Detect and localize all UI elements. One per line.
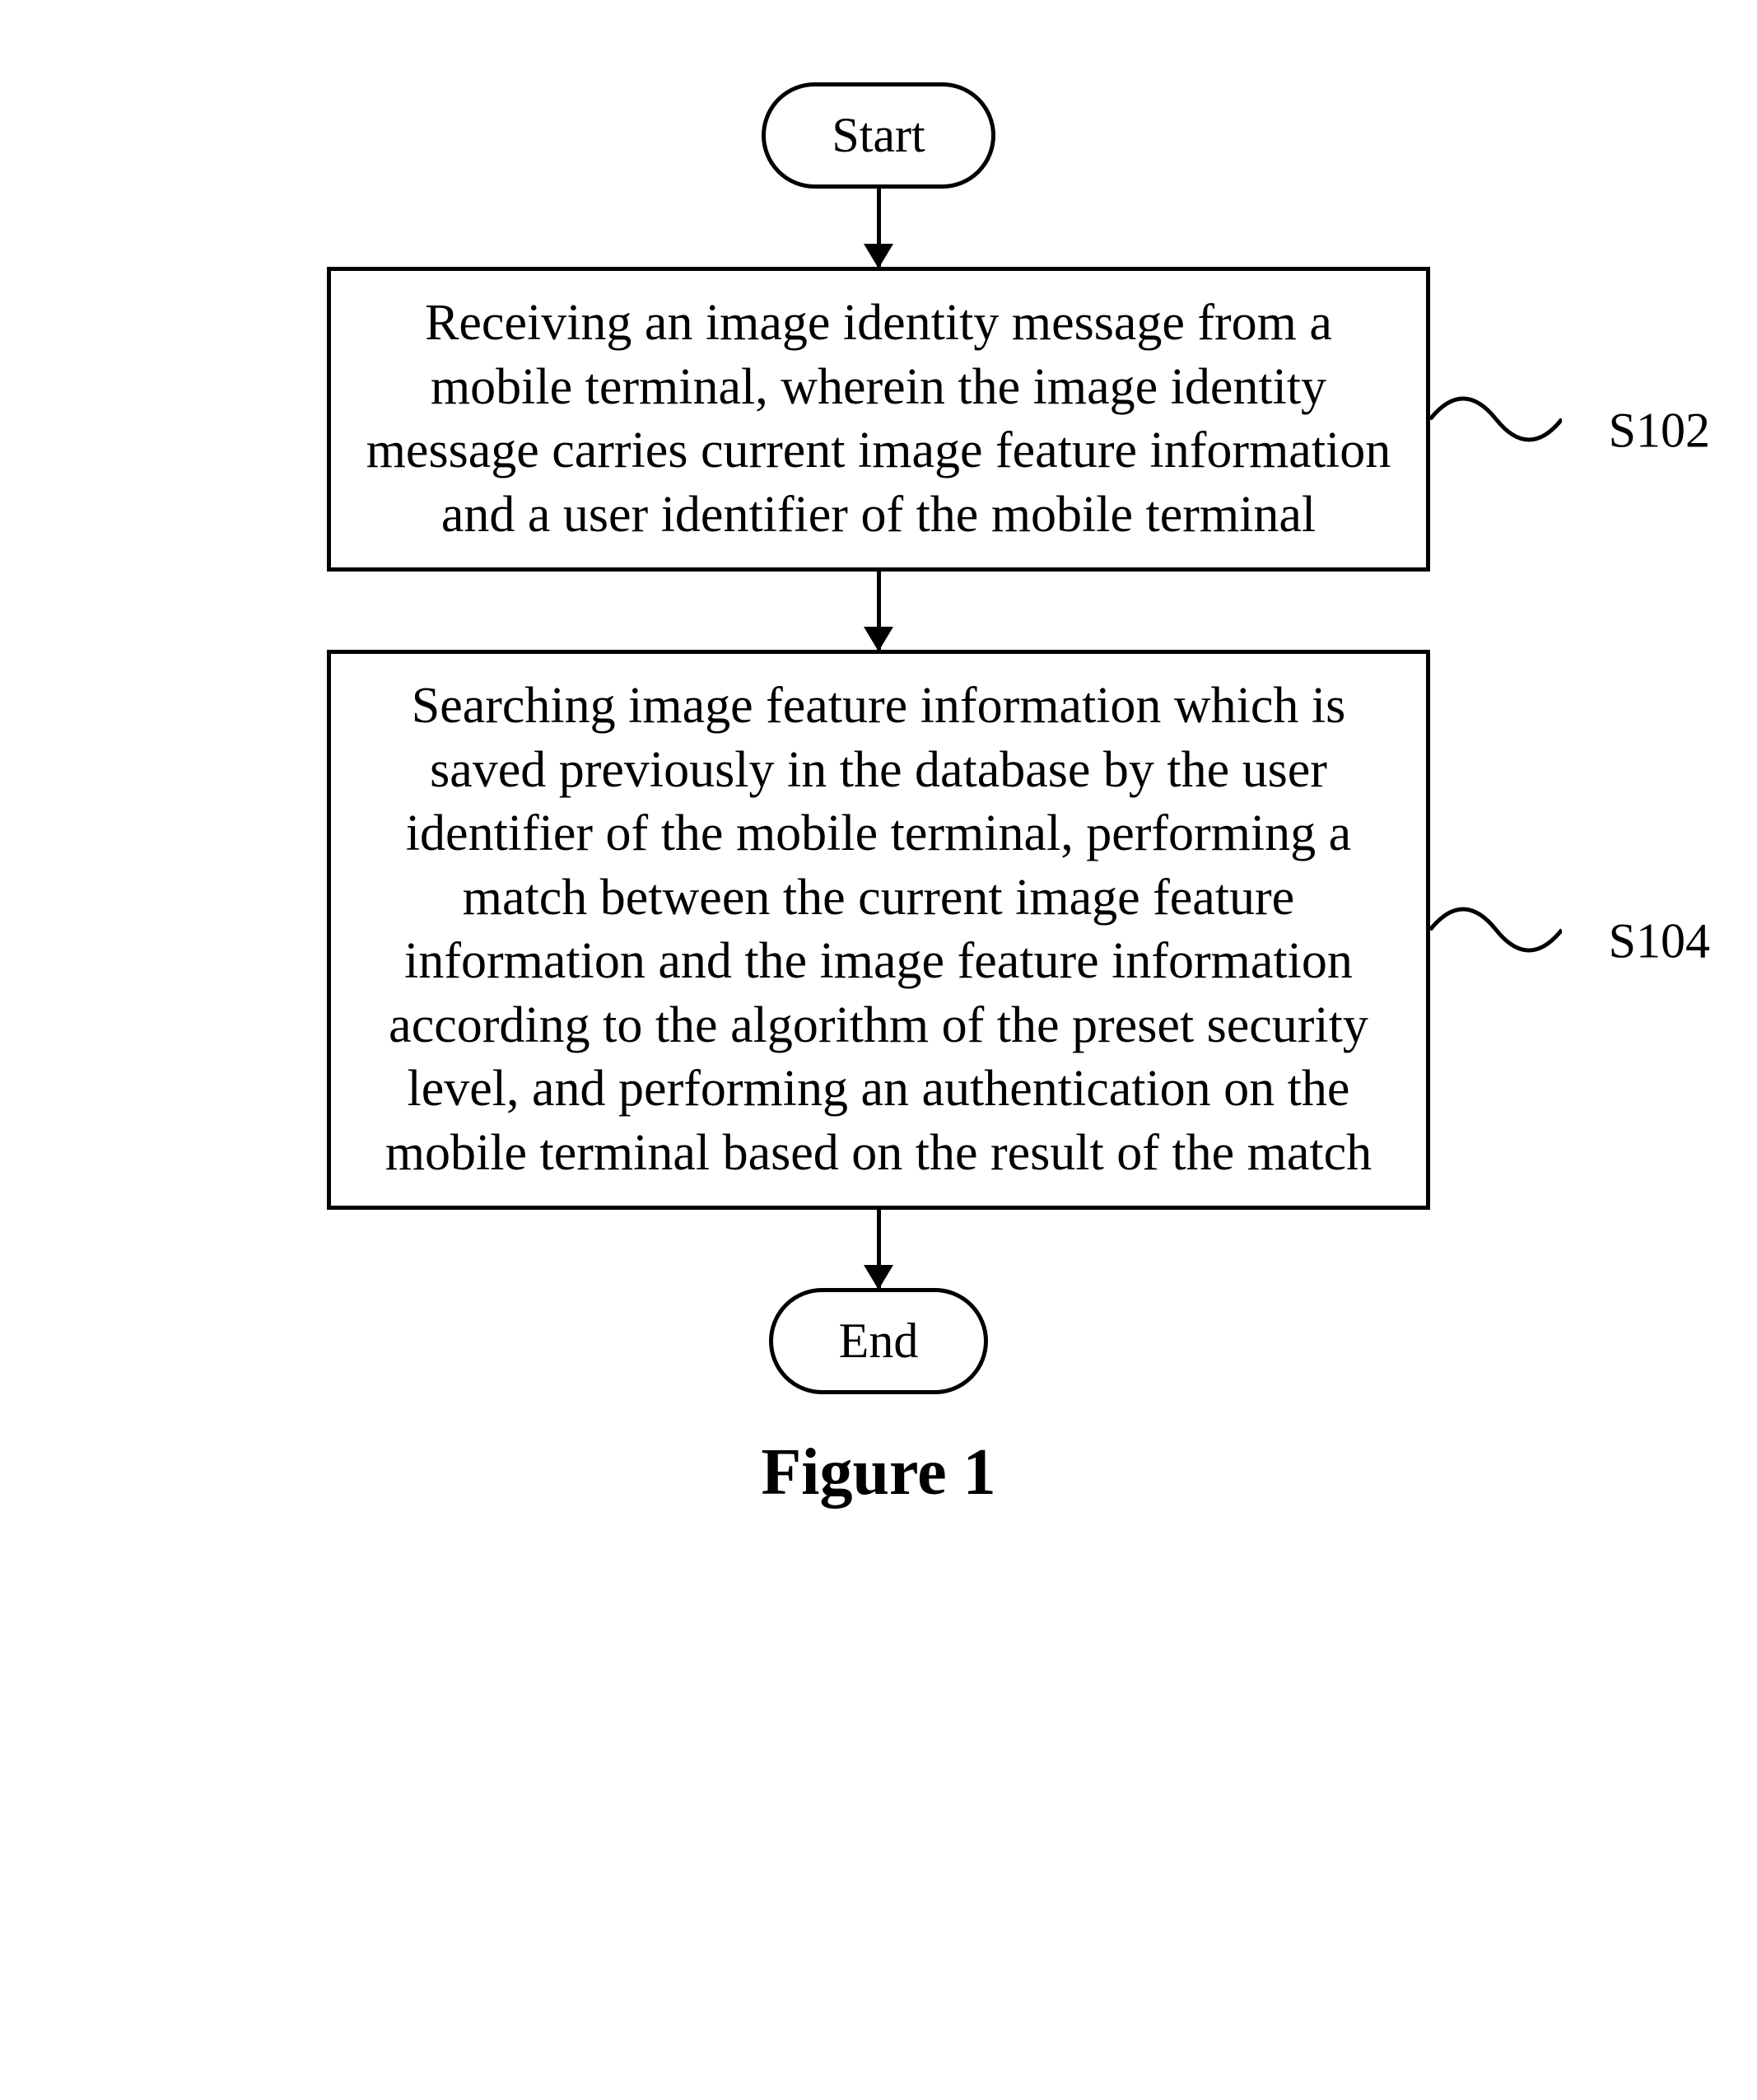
step2-connector-curve bbox=[1430, 880, 1562, 979]
end-label: End bbox=[839, 1314, 919, 1368]
step2-row: Searching image feature information whic… bbox=[327, 650, 1430, 1210]
end-node: End bbox=[769, 1288, 989, 1394]
step1-row: Receiving an image identity message from… bbox=[327, 267, 1430, 572]
step2-text: Searching image feature information whic… bbox=[385, 678, 1372, 1181]
flowchart-diagram: Start Receiving an image identity messag… bbox=[115, 82, 1642, 1510]
arrow-start-to-step1 bbox=[327, 189, 1430, 267]
figure-caption: Figure 1 bbox=[327, 1435, 1430, 1510]
step1-box: Receiving an image identity message from… bbox=[327, 267, 1430, 572]
step1-label: S102 bbox=[1609, 402, 1710, 459]
start-node: Start bbox=[762, 82, 995, 189]
step2-box: Searching image feature information whic… bbox=[327, 650, 1430, 1210]
arrow-step2-to-end bbox=[327, 1210, 1430, 1288]
step1-text: Receiving an image identity message from… bbox=[366, 295, 1391, 543]
step2-label: S104 bbox=[1609, 912, 1710, 969]
arrow-step1-to-step2 bbox=[327, 572, 1430, 650]
step1-connector-curve bbox=[1430, 370, 1562, 469]
start-label: Start bbox=[832, 108, 925, 162]
